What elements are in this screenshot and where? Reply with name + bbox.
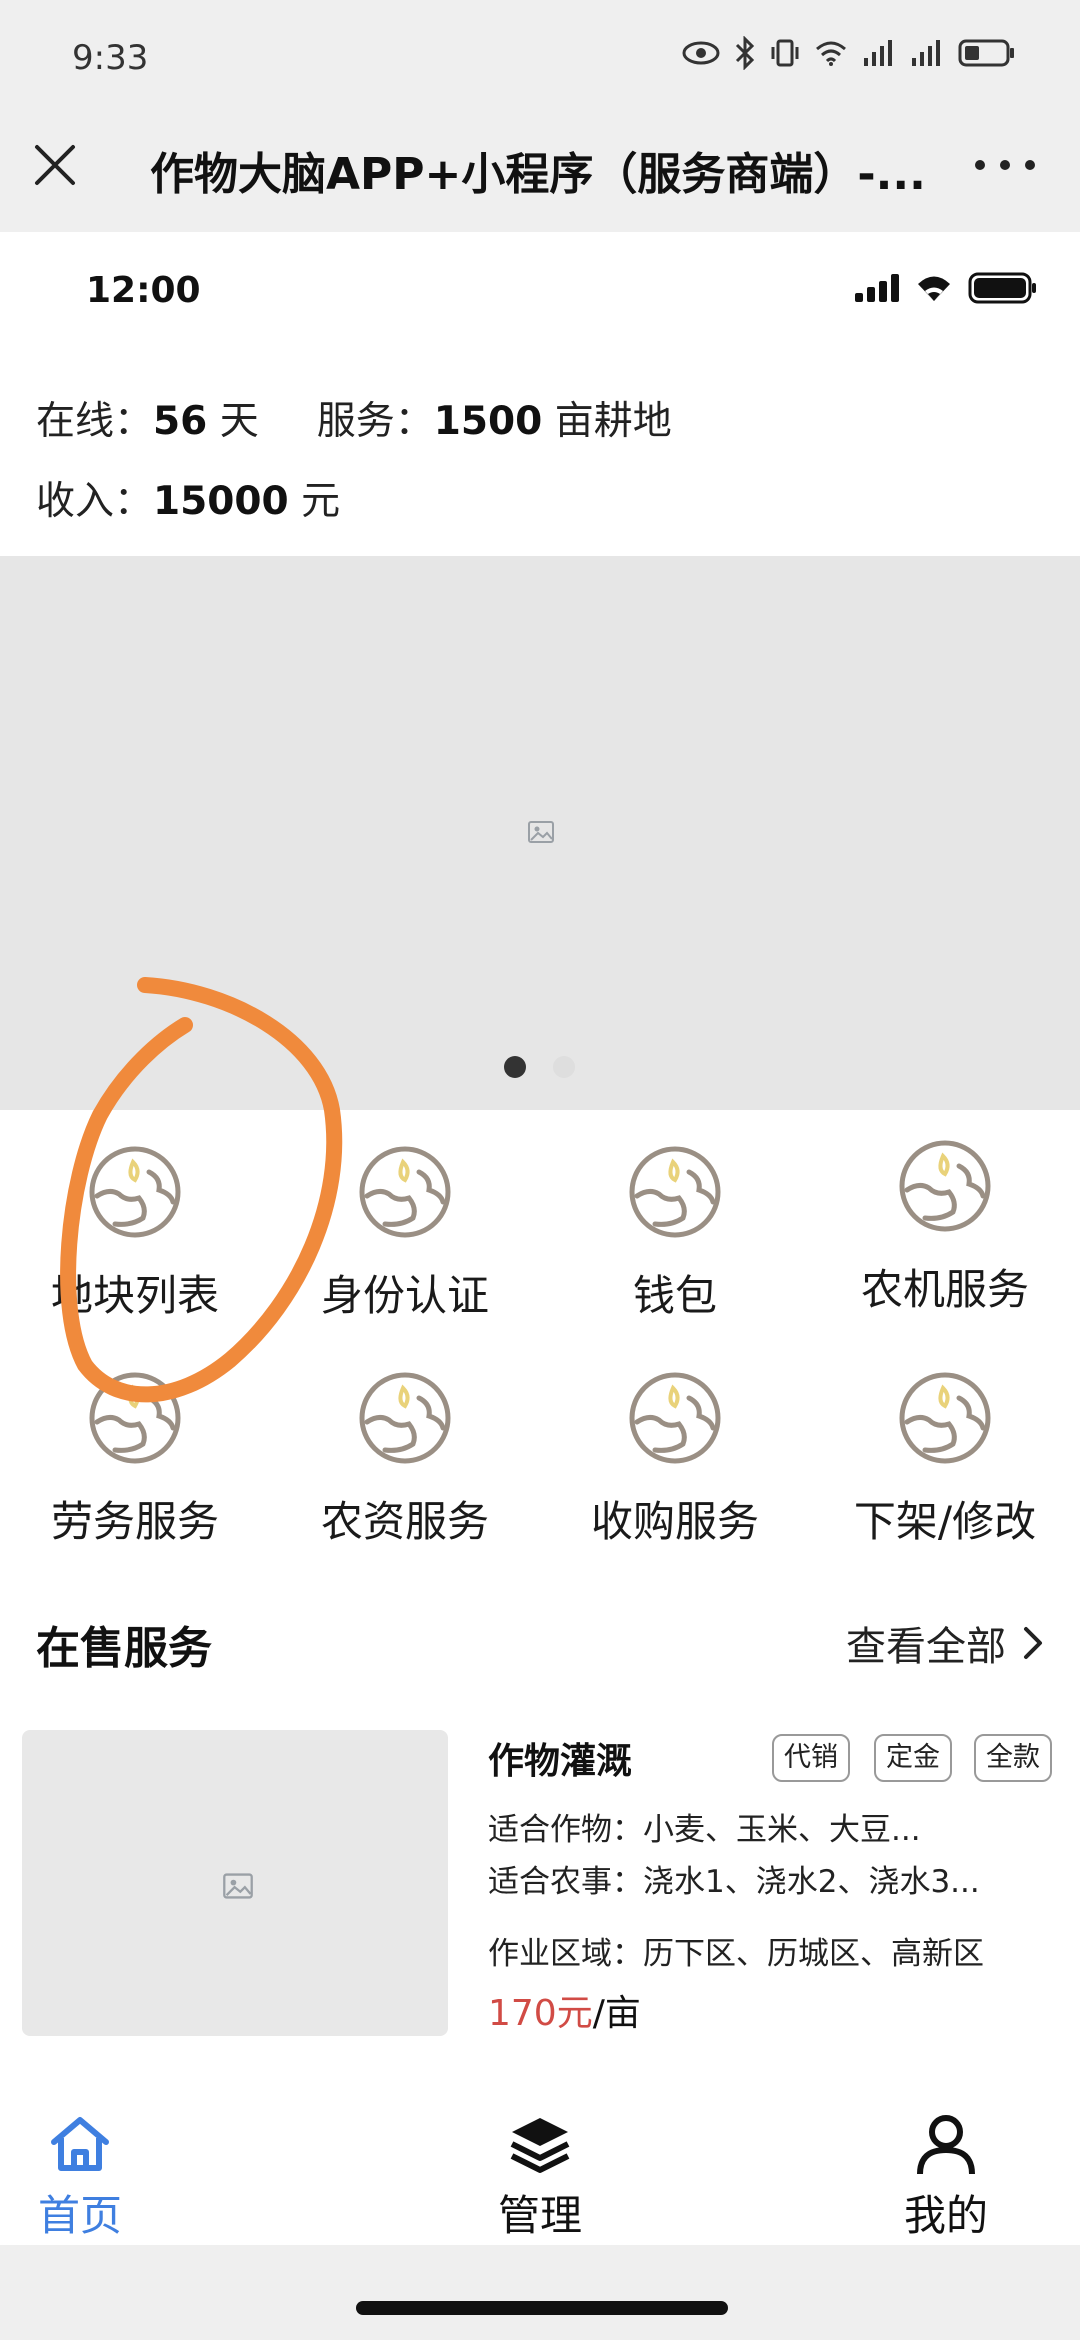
section-title: 在售服务 [36, 1623, 212, 1674]
globe-icon [87, 1144, 183, 1240]
tab-manage-label: 管理 [497, 2191, 582, 2240]
tag-deposit: 定金 [874, 1734, 952, 1782]
online-days-value: 56 [153, 399, 208, 444]
globe-icon [87, 1370, 183, 1466]
battery-icon [968, 272, 1036, 304]
image-placeholder-icon [223, 1873, 253, 1899]
menu-item-machinery-service[interactable]: 农机服务 [810, 1138, 1080, 1338]
suitable-crops: 适合作物：小麦、玉米、大豆... [488, 1812, 921, 1848]
menu-item-label: 农资服务 [320, 1497, 489, 1546]
close-icon [35, 145, 75, 185]
menu-item-plot-list[interactable]: 地块列表 [0, 1144, 270, 1344]
more-menu-button[interactable] [975, 140, 1035, 190]
tab-home-label: 首页 [37, 2191, 122, 2240]
system-status-icons [682, 36, 1016, 70]
income-label: 收入： [36, 479, 154, 524]
globe-icon [357, 1370, 453, 1466]
menu-item-label: 收购服务 [590, 1497, 759, 1546]
page-title: 作物大脑APP+小程序（服务商端）-... [150, 149, 926, 200]
close-button[interactable] [30, 140, 80, 190]
globe-icon [627, 1370, 723, 1466]
menu-item-agri-supplies-service[interactable]: 农资服务 [270, 1370, 540, 1570]
menu-item-label: 身份认证 [320, 1271, 489, 1320]
signal-4g-icon [864, 40, 892, 66]
view-all-label: 查看全部 [846, 1624, 1006, 1670]
price-amount: 170元 [488, 1993, 593, 2034]
home-icon [51, 2117, 109, 2171]
online-label: 在线： [36, 399, 154, 444]
menu-item-label: 钱包 [632, 1271, 717, 1320]
tab-home[interactable]: 首页 [0, 2112, 170, 2242]
income-value: 15000 [153, 479, 289, 524]
menu-item-wallet[interactable]: 钱包 [540, 1144, 810, 1344]
more-dot-icon [1025, 160, 1035, 170]
suitable-tasks: 适合农事：浇水1、浇水2、浇水3... [488, 1864, 980, 1900]
wifi-icon [816, 41, 846, 66]
globe-icon [897, 1370, 993, 1466]
wifi-icon [918, 276, 950, 301]
user-icon [917, 2115, 975, 2175]
service-title[interactable]: 作物灌溉 [488, 1732, 632, 1784]
more-dot-icon [1000, 160, 1010, 170]
tag-consignment: 代销 [772, 1734, 850, 1782]
tab-manage[interactable]: 管理 [450, 2112, 630, 2242]
tab-mine[interactable]: 我的 [856, 2112, 1036, 2242]
service-unit: 亩耕地 [554, 399, 672, 444]
image-placeholder-icon [528, 821, 554, 843]
service-area: 作业区域：历下区、历城区、高新区 [488, 1936, 984, 1972]
menu-item-delist-edit[interactable]: 下架/修改 [810, 1370, 1080, 1570]
menu-item-labor-service[interactable]: 劳务服务 [0, 1370, 270, 1570]
online-unit: 天 [219, 399, 259, 444]
system-time: 9:33 [72, 38, 149, 78]
cellular-signal-icon [855, 274, 899, 302]
tag-full-payment: 全款 [974, 1734, 1052, 1782]
mockup-status-icons [854, 272, 1038, 304]
service-acres-value: 1500 [433, 399, 543, 444]
menu-item-identity-verification[interactable]: 身份认证 [270, 1144, 540, 1344]
menu-item-label: 农机服务 [860, 1265, 1029, 1314]
stats-row-2: 收入：15000 元 [36, 470, 340, 526]
carousel-indicator[interactable] [553, 1056, 575, 1078]
more-dot-icon [975, 160, 985, 170]
service-price: 170元/亩 [488, 1984, 641, 2036]
menu-item-label: 下架/修改 [853, 1497, 1037, 1546]
bluetooth-icon [735, 36, 755, 70]
layers-icon [510, 2118, 570, 2173]
service-label: 服务： [316, 399, 434, 444]
menu-item-purchase-service[interactable]: 收购服务 [540, 1370, 810, 1570]
home-indicator[interactable] [356, 2301, 728, 2315]
stats-row-1: 在线：56 天 服务：1500 亩耕地 [36, 390, 672, 446]
globe-icon [357, 1144, 453, 1240]
menu-item-label: 地块列表 [50, 1271, 219, 1320]
income-unit: 元 [301, 479, 341, 524]
vibrate-icon [771, 39, 799, 67]
tab-mine-label: 我的 [903, 2191, 988, 2240]
globe-icon [627, 1144, 723, 1240]
carousel-indicator-active[interactable] [504, 1056, 526, 1078]
price-unit: /亩 [592, 1993, 641, 2034]
globe-icon [897, 1138, 993, 1234]
menu-item-label: 劳务服务 [50, 1497, 219, 1546]
signal-5g-icon [912, 40, 940, 66]
battery-icon [958, 39, 1014, 67]
mockup-time: 12:00 [86, 270, 201, 311]
view-all-link[interactable]: 查看全部 [846, 1614, 1044, 1672]
chevron-right-icon [1024, 1627, 1042, 1659]
eye-icon [682, 41, 720, 65]
